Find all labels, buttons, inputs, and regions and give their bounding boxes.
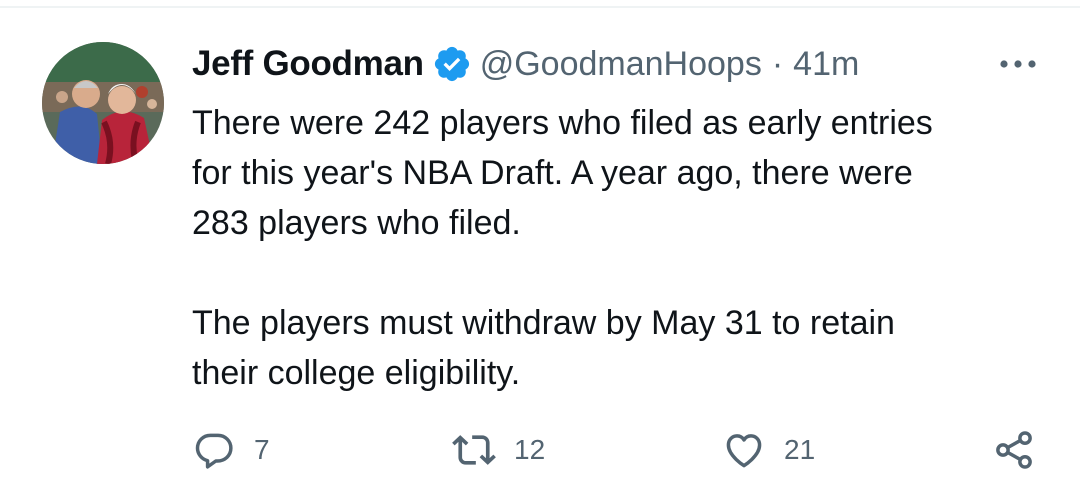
share-icon xyxy=(992,428,1036,472)
retweet-count: 12 xyxy=(514,434,546,465)
avatar[interactable] xyxy=(42,42,164,164)
author-handle[interactable]: @GoodmanHoops xyxy=(480,45,762,84)
like-button[interactable]: 21 xyxy=(722,424,815,476)
heart-icon xyxy=(722,428,766,472)
action-bar: 7 12 21 xyxy=(192,424,1052,476)
tweet-header: Jeff Goodman @GoodmanHoops · 41m xyxy=(192,38,859,90)
separator-dot: · xyxy=(771,44,784,83)
retweet-icon xyxy=(452,428,496,472)
reply-icon xyxy=(192,428,236,472)
reply-button[interactable]: 7 xyxy=(192,424,270,476)
reply-count: 7 xyxy=(254,434,270,465)
author-display-name[interactable]: Jeff Goodman xyxy=(192,44,424,84)
timestamp[interactable]: 41m xyxy=(793,45,859,84)
share-button[interactable] xyxy=(992,424,1036,476)
top-divider xyxy=(0,0,1080,8)
retweet-button[interactable]: 12 xyxy=(452,424,545,476)
tweet-text: There were 242 players who filed as earl… xyxy=(192,104,933,392)
verified-badge-icon xyxy=(432,44,472,84)
like-count: 21 xyxy=(784,434,816,465)
more-horizontal-icon[interactable] xyxy=(998,56,1038,72)
